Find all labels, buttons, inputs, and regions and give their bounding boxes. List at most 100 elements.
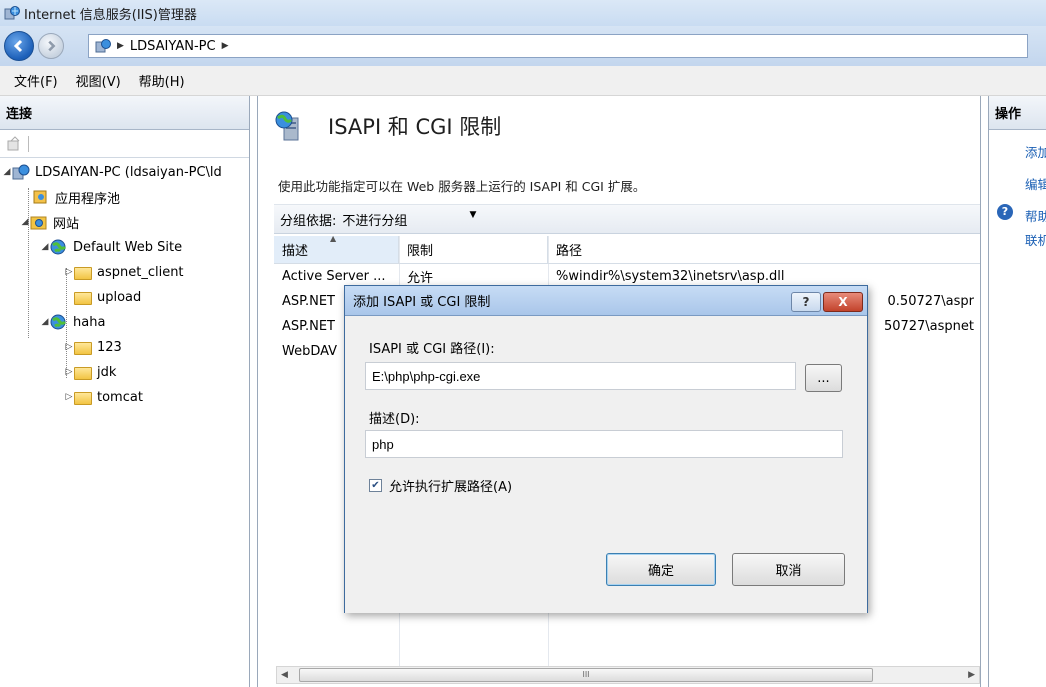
- column-header-label: 路径: [556, 244, 583, 259]
- add-restriction-dialog: 添加 ISAPI 或 CGI 限制 ? X ISAPI 或 CGI 路径(I):…: [344, 285, 868, 613]
- feature-title: ISAPI 和 CGI 限制: [328, 115, 502, 139]
- collapse-icon[interactable]: ◢: [20, 217, 30, 227]
- tree-item-tomcat[interactable]: ▷ tomcat: [64, 385, 143, 409]
- tree-item-haha[interactable]: ◢ haha: [40, 310, 105, 334]
- action-add[interactable]: 添加: [1025, 142, 1046, 161]
- feature-description: 使用此功能指定可以在 Web 服务器上运行的 ISAPI 和 CGI 扩展。: [278, 179, 646, 194]
- tree-item-jdk[interactable]: ▷ jdk: [64, 360, 116, 384]
- tree-item-upload[interactable]: upload: [74, 285, 141, 309]
- menu-help[interactable]: 帮助(H): [139, 71, 185, 90]
- window-titlebar: Internet 信息服务(IIS)管理器: [0, 0, 1046, 26]
- group-by-select[interactable]: 不进行分组 ▼: [342, 210, 482, 229]
- website-globe-icon: [50, 239, 68, 255]
- cell-desc: Active Server ...: [282, 269, 386, 284]
- tree-label[interactable]: 应用程序池: [55, 188, 120, 207]
- iis-server-icon: [12, 164, 30, 180]
- group-by-bar: 分组依据: 不进行分组 ▼: [274, 204, 980, 234]
- column-header-desc[interactable]: 描述 ▲: [274, 234, 399, 263]
- iis-app-icon: [4, 6, 20, 20]
- address-field[interactable]: ▶ LDSAIYAN-PC ▶: [88, 34, 1028, 58]
- actions-panel: 操作 添加 编辑 ? 帮助 联机: [988, 96, 1046, 687]
- dialog-help-button[interactable]: ?: [791, 292, 821, 312]
- connections-header: 连接: [0, 96, 249, 130]
- tree-item-server[interactable]: ◢ LDSAIYAN-PC (ldsaiyan-PC\ld: [2, 160, 222, 184]
- tree-label[interactable]: haha: [73, 315, 105, 330]
- tree-label[interactable]: upload: [97, 290, 141, 305]
- action-online-help[interactable]: 联机: [1025, 230, 1046, 249]
- tree-label[interactable]: 123: [97, 340, 122, 355]
- allow-extension-label[interactable]: 允许执行扩展路径(A): [389, 476, 512, 495]
- dialog-titlebar: 添加 ISAPI 或 CGI 限制 ? X: [345, 286, 867, 316]
- arrow-left-icon: [13, 39, 23, 53]
- scroll-thumb[interactable]: III: [299, 668, 873, 682]
- collapse-icon[interactable]: ◢: [40, 317, 50, 327]
- dropdown-arrow-icon: ▼: [469, 209, 477, 220]
- tree-label[interactable]: tomcat: [97, 390, 143, 405]
- tree-label[interactable]: jdk: [97, 365, 116, 380]
- forward-button[interactable]: [38, 33, 64, 59]
- question-icon: ?: [802, 295, 810, 309]
- connections-panel: 连接 ◢ LDSAIYAN-PC (ldsaiyan-PC\ld 应用程序池 ◢…: [0, 96, 250, 687]
- description-input-value: php: [372, 436, 394, 452]
- ok-button[interactable]: 确定: [606, 553, 716, 586]
- collapse-icon[interactable]: ◢: [2, 167, 12, 177]
- tree-label[interactable]: aspnet_client: [97, 265, 184, 280]
- column-header-restriction[interactable]: 限制: [399, 236, 548, 263]
- tree-label[interactable]: Default Web Site: [73, 240, 182, 255]
- menu-file[interactable]: 文件(F): [14, 71, 58, 90]
- expand-icon[interactable]: ▷: [64, 367, 74, 377]
- dialog-title: 添加 ISAPI 或 CGI 限制: [353, 295, 491, 310]
- breadcrumb-expand-icon[interactable]: ▶: [222, 41, 229, 51]
- scroll-left-icon[interactable]: ◀: [281, 670, 288, 680]
- column-header-path[interactable]: 路径: [548, 236, 980, 263]
- expand-icon[interactable]: ▷: [64, 267, 74, 277]
- help-icon[interactable]: ?: [997, 204, 1013, 220]
- tree-item-app-pools[interactable]: 应用程序池: [32, 185, 120, 209]
- window-title: Internet 信息服务(IIS)管理器: [24, 7, 197, 23]
- path-input[interactable]: E:\php\php-cgi.exe: [365, 362, 796, 390]
- tree-item-123[interactable]: ▷ 123: [64, 335, 122, 359]
- connections-tree: ◢ LDSAIYAN-PC (ldsaiyan-PC\ld 应用程序池 ◢ 网站…: [0, 158, 249, 405]
- cancel-button[interactable]: 取消: [732, 553, 845, 586]
- scroll-right-icon[interactable]: ▶: [968, 670, 975, 680]
- dialog-body: ISAPI 或 CGI 路径(I): E:\php\php-cgi.exe ..…: [345, 316, 867, 613]
- actions-header: 操作: [989, 96, 1046, 130]
- connections-toolbar: [0, 130, 249, 158]
- folder-icon: [74, 391, 92, 405]
- browse-button[interactable]: ...: [805, 364, 842, 392]
- folder-icon: [74, 341, 92, 355]
- breadcrumb-server[interactable]: LDSAIYAN-PC: [130, 39, 216, 54]
- folder-icon: [74, 291, 92, 305]
- horizontal-scrollbar[interactable]: ◀ III ▶: [276, 666, 980, 684]
- allow-extension-checkbox[interactable]: ✔: [369, 479, 382, 492]
- expand-icon[interactable]: ▷: [64, 392, 74, 402]
- menu-view[interactable]: 视图(V): [76, 71, 121, 90]
- sites-folder-icon: [30, 214, 48, 230]
- table-header: 描述 ▲ 限制 路径: [274, 234, 980, 264]
- collapse-icon[interactable]: ◢: [40, 242, 50, 252]
- tree-label[interactable]: 网站: [53, 213, 79, 232]
- dialog-close-button[interactable]: X: [823, 292, 863, 312]
- toolbar-separator: [28, 135, 29, 152]
- checkmark-icon: ✔: [371, 480, 380, 491]
- description-input[interactable]: php: [365, 430, 843, 458]
- connect-icon[interactable]: [6, 135, 22, 152]
- tree-item-aspnet-client[interactable]: ▷ aspnet_client: [64, 260, 184, 284]
- menu-bar: 文件(F) 视图(V) 帮助(H): [0, 66, 1046, 96]
- back-button[interactable]: [4, 31, 34, 61]
- action-help[interactable]: 帮助: [1025, 206, 1046, 225]
- folder-icon: [74, 366, 92, 380]
- cell-restriction: 允许: [407, 271, 434, 286]
- path-input-value: E:\php\php-cgi.exe: [372, 368, 481, 384]
- breadcrumb-separator-icon[interactable]: ▶: [117, 41, 124, 51]
- expand-icon[interactable]: ▷: [64, 342, 74, 352]
- sort-ascending-icon: ▲: [330, 234, 337, 243]
- column-header-label: 限制: [407, 244, 434, 259]
- close-icon: X: [838, 295, 848, 309]
- address-bar: ▶ LDSAIYAN-PC ▶: [0, 26, 1046, 66]
- tree-item-default-site[interactable]: ◢ Default Web Site: [40, 235, 182, 259]
- tree-label[interactable]: LDSAIYAN-PC (ldsaiyan-PC\ld: [35, 165, 222, 180]
- tree-item-sites[interactable]: ◢ 网站: [20, 210, 79, 234]
- iis-server-icon: [95, 39, 111, 53]
- action-edit[interactable]: 编辑: [1025, 174, 1046, 193]
